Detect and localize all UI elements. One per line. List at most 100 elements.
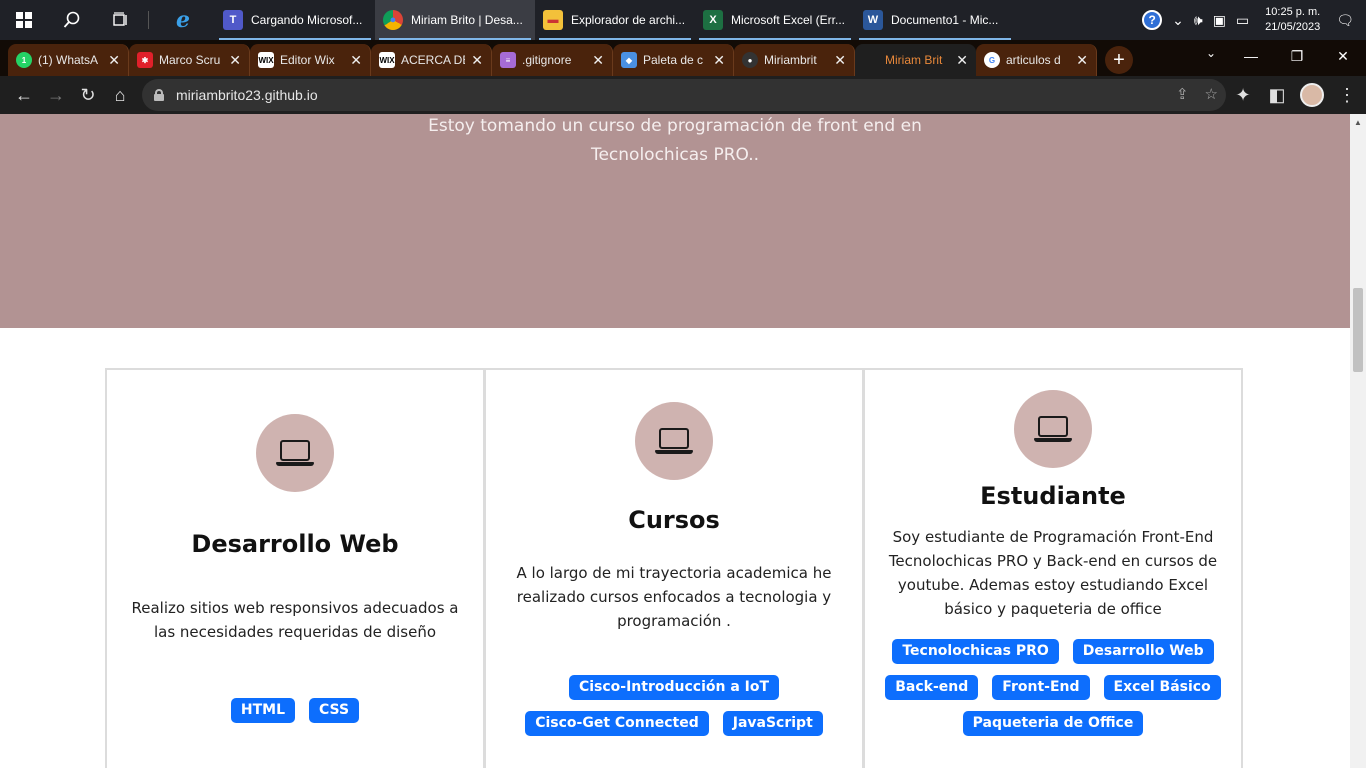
card-tags: Tecnolochicas PRO Desarrollo Web Back-en… <box>875 639 1231 736</box>
taskbar-app-button[interactable]: W Documento1 - Mic... <box>855 0 1015 40</box>
close-tab-icon[interactable]: ✕ <box>713 52 725 69</box>
share-icon[interactable]: ⇪ <box>1176 85 1189 103</box>
back-icon[interactable]: ← <box>8 79 40 111</box>
close-tab-icon[interactable]: ✕ <box>471 52 483 69</box>
tab-title: Editor Wix <box>280 53 335 67</box>
meet-now-icon[interactable]: ▣ <box>1213 12 1226 29</box>
browser-tab-strip: 1 (1) WhatsA ✕ ✱ Marco Scru ✕ WIX Editor Wix ✕ WI… <box>0 40 1366 76</box>
close-tab-icon[interactable]: ✕ <box>229 52 241 69</box>
laptop-icon <box>1034 416 1072 442</box>
taskbar-app-button[interactable]: T Cargando Microsof... <box>215 0 375 40</box>
card-cursos: Cursos A lo largo de mi trayectoria acad… <box>484 368 864 768</box>
scroll-up-arrow-icon[interactable]: ▲ <box>1354 118 1362 127</box>
stack-icon: ≡ <box>500 52 516 68</box>
browser-tab[interactable]: Miriam Brit ✕ <box>855 44 976 76</box>
browser-tab[interactable]: ◆ Paleta de c ✕ <box>613 44 734 76</box>
taskbar-app-label: Cargando Microsof... <box>251 13 363 27</box>
folder-icon: ▬ <box>543 10 563 30</box>
notifications-icon[interactable]: 🗨 <box>1336 12 1354 29</box>
close-window-icon[interactable]: ✕ <box>1320 48 1366 65</box>
taskbar-app-label: Miriam Brito | Desa... <box>411 13 523 27</box>
tab-search-icon[interactable]: ⌄ <box>1206 46 1216 60</box>
laptop-icon-circle <box>1014 390 1092 468</box>
hero-section: Estoy tomando un curso de programación d… <box>0 114 1350 328</box>
tag-badge: Front-End <box>992 675 1090 700</box>
page-viewport: Estoy tomando un curso de programación d… <box>0 114 1350 768</box>
browser-tab[interactable]: 1 (1) WhatsA ✕ <box>8 44 129 76</box>
extensions-icon[interactable]: ✦ <box>1232 79 1254 111</box>
taskbar-app-label: Explorador de archi... <box>571 13 686 27</box>
browser-tab[interactable]: WIX Editor Wix ✕ <box>250 44 371 76</box>
close-tab-icon[interactable]: ✕ <box>1076 52 1088 69</box>
task-view-icon[interactable] <box>96 0 144 40</box>
profile-avatar[interactable] <box>1300 83 1324 107</box>
asterisk-icon: ✱ <box>137 52 153 68</box>
lock-icon[interactable] <box>154 89 164 101</box>
close-tab-icon[interactable]: ✕ <box>592 52 604 69</box>
browser-tab[interactable]: ✱ Marco Scru ✕ <box>129 44 250 76</box>
tag-badge: Desarrollo Web <box>1072 639 1214 664</box>
card-estudiante: Estudiante Soy estudiante de Programació… <box>863 368 1243 768</box>
internet-explorer-icon[interactable]: e <box>159 0 207 40</box>
taskbar-app-button[interactable]: ▬ Explorador de archi... <box>535 0 695 40</box>
card-tags: HTML CSS <box>117 698 473 723</box>
browser-tab[interactable]: WIX ACERCA DE ✕ <box>371 44 492 76</box>
close-tab-icon[interactable]: ✕ <box>350 52 362 69</box>
omnibox-actions: ⇪ ☆ <box>1176 85 1218 103</box>
bookmark-star-icon[interactable]: ☆ <box>1205 85 1218 103</box>
taskbar-app-label: Documento1 - Mic... <box>891 13 999 27</box>
laptop-icon-circle <box>635 402 713 480</box>
taskbar-clock[interactable]: 10:25 p. m. 21/05/2023 <box>1265 5 1320 35</box>
volume-icon[interactable]: 🕪 <box>1194 12 1203 29</box>
services-cards: Desarrollo Web Realizo sitios web respon… <box>105 368 1245 768</box>
page-scrollbar[interactable]: ▲ <box>1350 114 1366 768</box>
card-tags: Cisco-Introducción a IoT Cisco-Get Conne… <box>496 675 852 736</box>
scrollbar-thumb[interactable] <box>1353 288 1363 372</box>
taskbar-app-button[interactable]: ● Miriam Brito | Desa... <box>375 0 535 40</box>
chevron-down-icon[interactable]: ⌄ <box>1172 12 1184 29</box>
card-title: Desarrollo Web <box>191 530 399 558</box>
windows-start-icon[interactable] <box>0 0 48 40</box>
tab-title: .gitignore <box>522 53 572 67</box>
system-tray: ? ⌄ 🕪 ▣ ▭ 10:25 p. m. 21/05/2023 🗨 <box>1142 0 1366 40</box>
hero-text: Estoy tomando un curso de programación d… <box>428 116 922 165</box>
tab-title: articulos d <box>1006 53 1061 67</box>
windows-taskbar: e T Cargando Microsof... ● Miriam Brito | D… <box>0 0 1366 40</box>
taskbar-app-button[interactable]: X Microsoft Excel (Err... <box>695 0 855 40</box>
tab-title: Miriambrit <box>764 53 817 67</box>
restore-icon[interactable]: ❐ <box>1274 48 1320 65</box>
close-tab-icon[interactable]: ✕ <box>108 52 120 69</box>
card-desarrollo-web: Desarrollo Web Realizo sitios web respon… <box>105 368 485 768</box>
github-icon: ● <box>742 52 758 68</box>
browser-tab[interactable]: Garticulos d ✕ <box>976 44 1097 76</box>
toolbar-actions: ✦ ◧ ⋮ <box>1232 79 1358 111</box>
window-controls: — ❐ ✕ <box>1228 40 1366 72</box>
reload-icon[interactable]: ↻ <box>72 79 104 111</box>
new-tab-button[interactable]: + <box>1105 46 1133 74</box>
close-tab-icon[interactable]: ✕ <box>956 52 968 69</box>
laptop-icon <box>276 440 314 466</box>
card-title: Estudiante <box>980 482 1126 510</box>
browser-tab[interactable]: ≡ .gitignore ✕ <box>492 44 613 76</box>
tab-title: (1) WhatsA <box>38 53 99 67</box>
minimize-icon[interactable]: — <box>1228 48 1274 64</box>
laptop-icon <box>655 428 693 454</box>
tag-badge: CSS <box>309 698 360 723</box>
help-icon[interactable]: ? <box>1142 10 1163 30</box>
search-icon[interactable] <box>48 0 96 40</box>
tag-badge: Paqueteria de Office <box>962 711 1144 736</box>
tag-badge: Back-end <box>885 675 979 700</box>
close-tab-icon[interactable]: ✕ <box>834 52 846 69</box>
palette-icon: ◆ <box>621 52 637 68</box>
battery-icon[interactable]: ▭ <box>1236 12 1249 29</box>
word-icon: W <box>863 10 883 30</box>
menu-kebab-icon[interactable]: ⋮ <box>1336 79 1358 111</box>
home-icon[interactable]: ⌂ <box>104 79 136 111</box>
browser-tab[interactable]: ● Miriambrit ✕ <box>734 44 855 76</box>
clock-time: 10:25 p. m. <box>1265 6 1321 18</box>
address-bar[interactable]: miriambrito23.github.io ⇪ ☆ <box>142 79 1226 111</box>
wix-icon: WIX <box>258 52 274 68</box>
side-panel-icon[interactable]: ◧ <box>1266 79 1288 111</box>
forward-icon[interactable]: → <box>40 79 72 111</box>
card-title: Cursos <box>628 506 720 534</box>
